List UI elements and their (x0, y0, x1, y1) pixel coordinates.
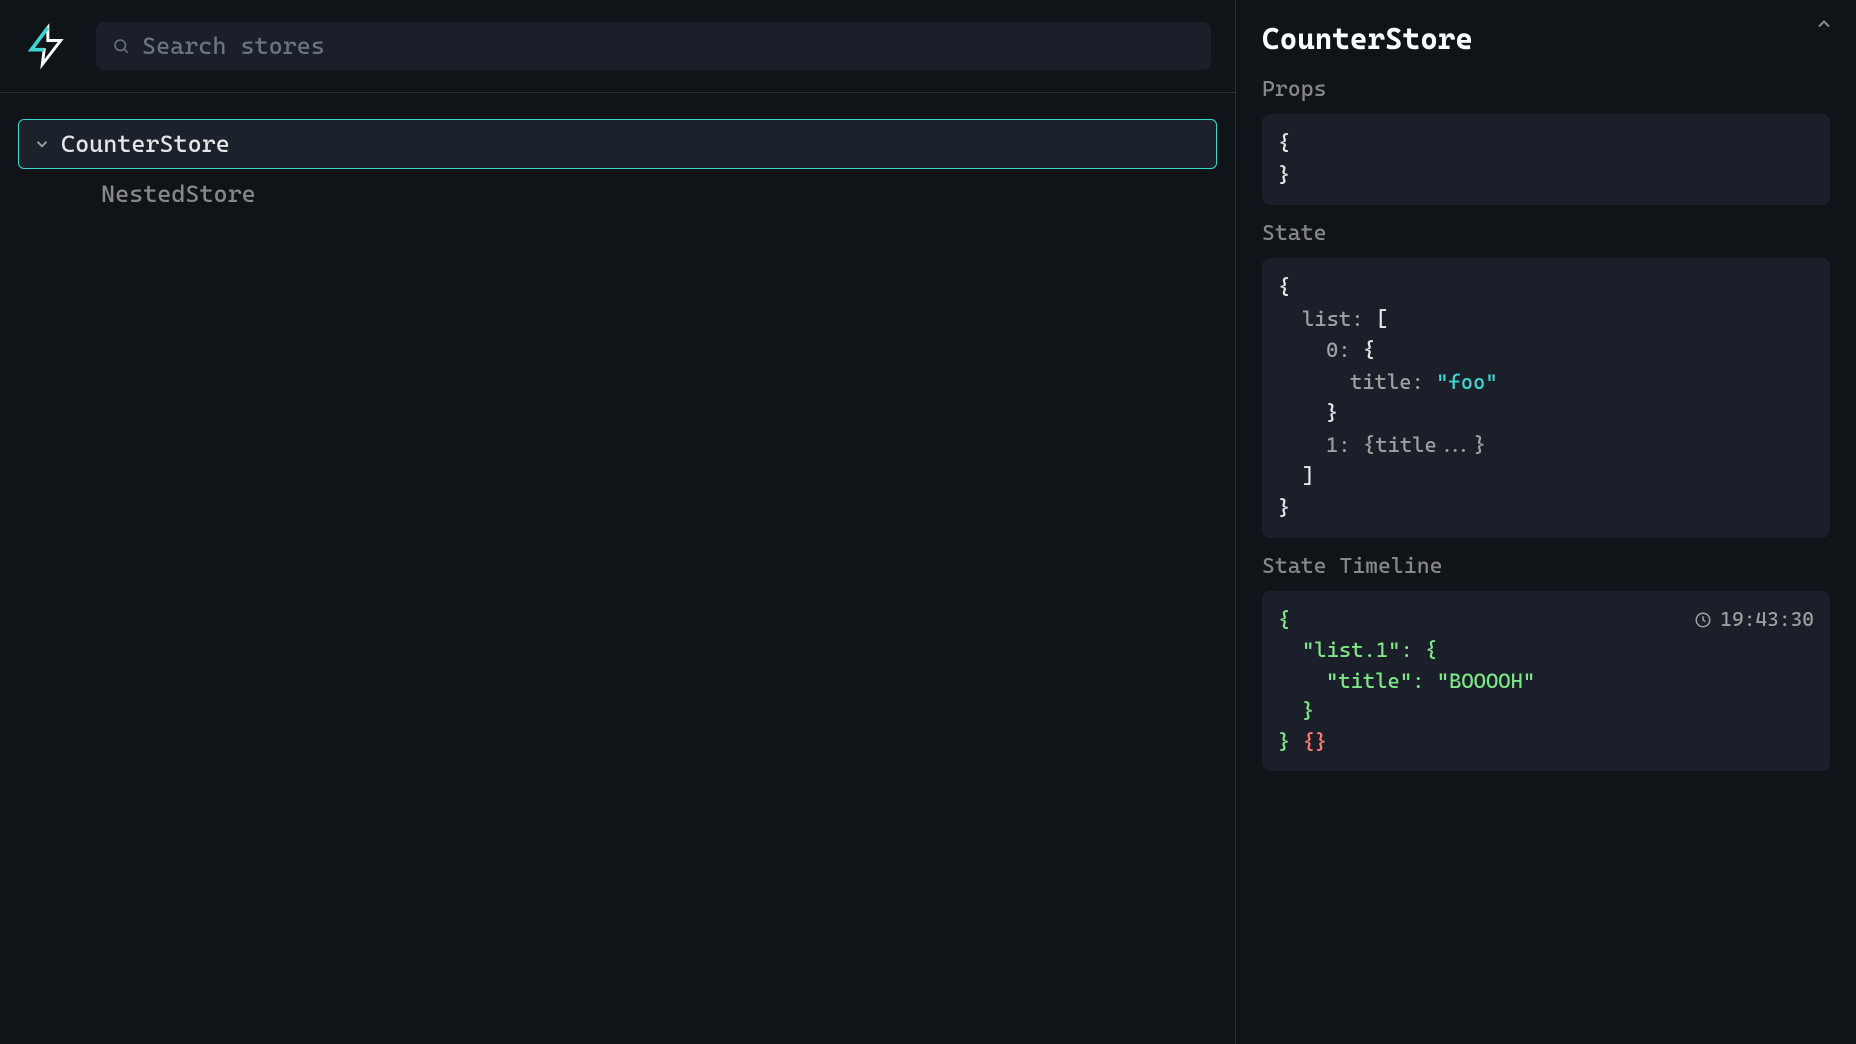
collapse-panel-button[interactable] (1810, 14, 1838, 34)
props-code-block: { } (1262, 114, 1830, 205)
tree-item-counterstore[interactable]: CounterStore (18, 119, 1217, 169)
props-section-label: Props (1262, 77, 1830, 102)
state-section-label: State (1262, 221, 1830, 246)
store-tree: CounterStore NestedStore (0, 93, 1235, 245)
timestamp-text: 19:43:30 (1720, 605, 1814, 634)
logo-lightning-icon (24, 20, 68, 72)
timeline-timestamp: 19:43:30 (1694, 605, 1814, 634)
timeline-section-label: State Timeline (1262, 554, 1830, 579)
timeline-entry: 19:43:30 { "list.1": {"title": "BOOOOH"}… (1262, 591, 1830, 771)
props-open-brace: { (1278, 131, 1290, 155)
detail-panel: CounterStore Props { } State { list: [0:… (1236, 0, 1856, 1044)
search-input[interactable] (142, 32, 1195, 60)
props-close-brace: } (1278, 163, 1290, 187)
left-panel: CounterStore NestedStore (0, 0, 1236, 1044)
state-code-block: { list: [0: {title: "foo"}1: {title...}]… (1262, 258, 1830, 538)
header-bar (0, 0, 1235, 93)
tree-item-label: CounterStore (61, 130, 230, 158)
detail-title: CounterStore (1262, 22, 1830, 57)
clock-icon (1694, 611, 1712, 629)
search-icon (112, 37, 130, 55)
tree-item-nestedstore[interactable]: NestedStore (18, 169, 1217, 219)
tree-item-label: NestedStore (101, 180, 256, 208)
chevron-down-icon (33, 135, 51, 153)
search-field[interactable] (96, 22, 1211, 70)
